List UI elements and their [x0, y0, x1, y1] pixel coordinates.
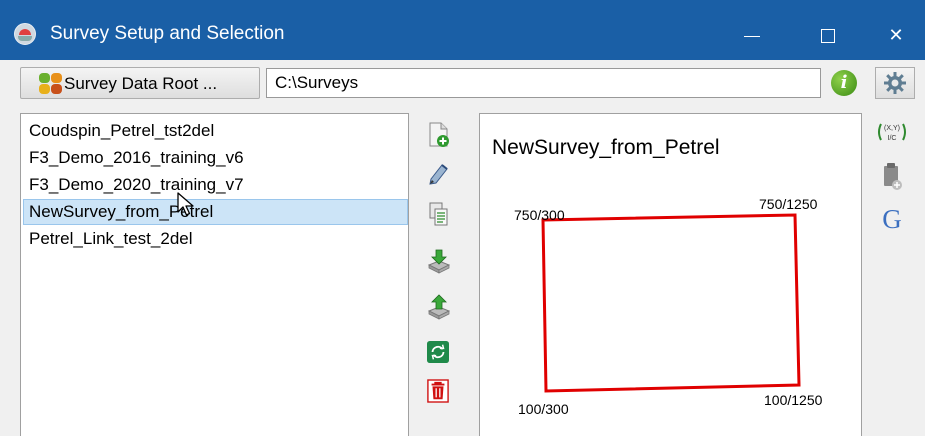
google-export-button[interactable]: G	[876, 201, 908, 235]
info-button[interactable]: i	[829, 67, 859, 99]
import-survey-button[interactable]	[421, 243, 457, 279]
corner-label-bottom-right: 100/1250	[764, 392, 823, 408]
survey-data-root-label: Survey Data Root ...	[64, 74, 218, 93]
google-letter: G	[882, 204, 902, 234]
app-icon	[14, 23, 36, 45]
copy-survey-icon	[429, 202, 448, 226]
database-icon	[39, 73, 63, 95]
survey-list-item-selected[interactable]: NewSurvey_from_Petrel	[23, 199, 408, 225]
survey-list-item[interactable]: Petrel_Link_test_2del	[23, 226, 408, 252]
mouse-cursor-icon	[177, 192, 194, 216]
coord-xy-text: (X,Y)	[884, 125, 900, 132]
minimize-icon	[744, 35, 760, 37]
google-icon: G	[882, 204, 902, 234]
maximize-button[interactable]	[808, 18, 848, 52]
clipboard-icon	[884, 163, 902, 190]
export-survey-icon	[428, 294, 450, 320]
export-survey-button[interactable]	[421, 289, 457, 325]
delete-survey-button[interactable]	[421, 374, 457, 410]
survey-list-item[interactable]: Coudspin_Petrel_tst2del	[23, 118, 408, 144]
coord-ic-text: I/C	[888, 135, 897, 142]
maximize-icon	[821, 29, 835, 44]
close-button[interactable]: ✕	[876, 18, 916, 52]
edit-survey-icon	[429, 164, 448, 185]
edit-survey-button[interactable]	[421, 156, 457, 192]
import-survey-icon	[428, 249, 450, 274]
new-survey-icon	[429, 122, 449, 147]
coordinate-convert-button[interactable]: (X,Y) I/C	[876, 115, 908, 149]
coordinate-convert-icon: (X,Y) I/C	[878, 123, 906, 142]
copy-survey-button[interactable]	[421, 196, 457, 232]
survey-list-item[interactable]: F3_Demo_2020_training_v7	[23, 172, 408, 198]
window-title: Survey Setup and Selection	[50, 23, 285, 44]
corner-label-bottom-left: 100/300	[518, 401, 569, 417]
gear-icon	[884, 72, 906, 94]
survey-root-path-field[interactable]: C:\Surveys	[266, 68, 821, 98]
corner-label-top-right: 750/1250	[759, 196, 818, 212]
minimize-button[interactable]	[732, 18, 772, 52]
delete-survey-icon	[427, 379, 449, 403]
settings-button[interactable]	[875, 67, 915, 99]
link-survey-button[interactable]	[421, 333, 457, 369]
corner-label-top-left: 750/300	[514, 207, 565, 223]
window-titlebar: Survey Setup and Selection ✕	[0, 0, 925, 60]
info-icon: i	[831, 70, 857, 96]
survey-preview-panel: NewSurvey_from_Petrel 750/300 750/1250 1…	[479, 113, 862, 436]
survey-list[interactable]: Coudspin_Petrel_tst2del F3_Demo_2016_tra…	[20, 113, 409, 436]
survey-outline	[541, 213, 801, 393]
new-survey-button[interactable]	[421, 117, 457, 153]
survey-outline-map	[541, 213, 801, 393]
survey-list-item[interactable]: F3_Demo_2016_training_v6	[23, 145, 408, 171]
link-survey-icon	[427, 341, 449, 363]
survey-data-root-button[interactable]: Survey Data Root ...	[20, 67, 260, 99]
paste-survey-button[interactable]	[876, 160, 908, 194]
